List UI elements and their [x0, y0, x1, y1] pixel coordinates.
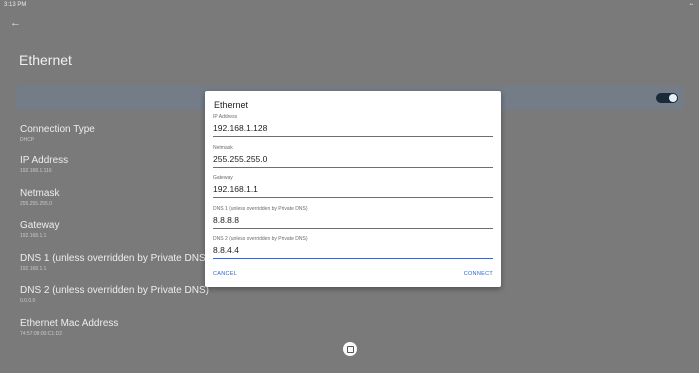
dns2-field[interactable]: DNS 2 (unless overridden by Private DNS)… [213, 236, 493, 259]
setting-mac-address[interactable]: Ethernet Mac Address 74:57:08:00:C1:D2 [20, 318, 118, 337]
setting-netmask[interactable]: Netmask 255.255.255.0 [20, 188, 59, 207]
dns2-input[interactable]: 8.8.4.4 [213, 245, 493, 259]
connect-button[interactable]: CONNECT [464, 271, 493, 277]
field-label: IP Address [213, 114, 238, 120]
status-bar: 3:13 PM •• [0, 0, 699, 12]
setting-name: DNS 2 (unless overridden by Private DNS) [20, 285, 209, 296]
setting-value: 192.168.1.1 [20, 266, 47, 272]
ethernet-switch[interactable] [656, 93, 678, 103]
cancel-button[interactable]: CANCEL [213, 271, 237, 277]
switch-thumb [669, 94, 677, 102]
setting-name: Ethernet Mac Address [20, 318, 119, 329]
dns1-field[interactable]: DNS 1 (unless overridden by Private DNS)… [213, 206, 493, 229]
setting-connection-type[interactable]: Connection Type DHCP [20, 124, 95, 143]
setting-ip-address[interactable]: IP Address 192.168.1.116 [20, 155, 68, 174]
setting-value: 74:57:08:00:C1:D2 [20, 331, 62, 337]
gateway-field[interactable]: Gateway 192.168.1.1 [213, 175, 493, 198]
status-time: 3:13 PM [4, 2, 27, 8]
netmask-input[interactable]: 255.255.255.0 [213, 154, 493, 168]
ethernet-config-dialog: Ethernet IP Address 192.168.1.128 Netmas… [205, 91, 501, 287]
status-indicators: •• [689, 2, 693, 8]
gateway-input[interactable]: 192.168.1.1 [213, 184, 493, 198]
setting-value: 255.255.255.0 [20, 201, 52, 207]
setting-name: Netmask [20, 188, 60, 199]
field-label: Gateway [213, 175, 233, 181]
field-label: DNS 1 (unless overridden by Private DNS) [213, 206, 308, 212]
netmask-field[interactable]: Netmask 255.255.255.0 [213, 145, 493, 168]
setting-gateway[interactable]: Gateway 192.168.1.1 [20, 220, 59, 239]
field-label: Netmask [213, 145, 233, 151]
home-square-icon[interactable] [343, 342, 357, 356]
ip-address-input[interactable]: 192.168.1.128 [213, 123, 493, 137]
dialog-title: Ethernet [214, 100, 249, 110]
arrow-back-icon[interactable]: ← [10, 16, 24, 30]
setting-value: 192.168.1.116 [20, 168, 52, 174]
page-title: Ethernet [19, 52, 72, 68]
setting-name: IP Address [20, 155, 69, 166]
setting-dns1[interactable]: DNS 1 (unless overridden by Private DNS)… [20, 253, 209, 272]
setting-name: Gateway [20, 220, 60, 231]
setting-name: Connection Type [20, 124, 95, 135]
setting-dns2[interactable]: DNS 2 (unless overridden by Private DNS)… [20, 285, 209, 304]
setting-value: 192.168.1.1 [20, 233, 47, 239]
setting-value: 0.0.0.0 [20, 298, 36, 304]
setting-value: DHCP [20, 137, 35, 143]
ip-address-field[interactable]: IP Address 192.168.1.128 [213, 114, 493, 137]
field-label: DNS 2 (unless overridden by Private DNS) [213, 236, 308, 242]
setting-name: DNS 1 (unless overridden by Private DNS) [20, 253, 209, 264]
dns1-input[interactable]: 8.8.8.8 [213, 215, 493, 229]
